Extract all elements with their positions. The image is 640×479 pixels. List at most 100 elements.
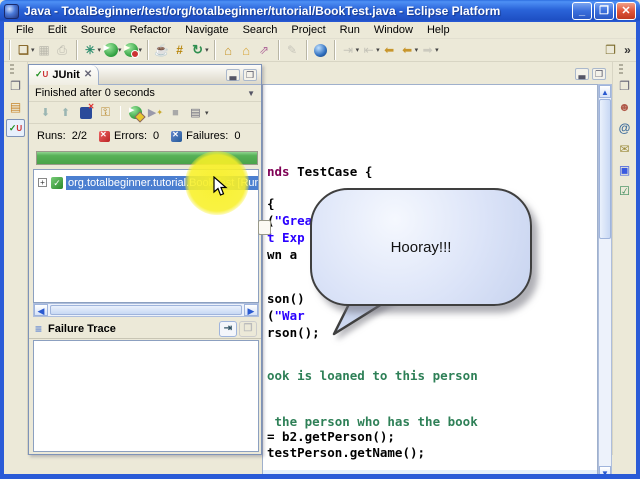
right-strip-grip[interactable]: [619, 64, 623, 74]
junit-fast-view-icon[interactable]: [6, 119, 25, 137]
print-button[interactable]: [54, 42, 71, 59]
code-line[interactable]: the person who has the book: [267, 414, 478, 429]
maximize-button[interactable]: ❐: [594, 2, 614, 20]
test-run-history-button[interactable]: [187, 105, 204, 121]
back-dropdown-icon[interactable]: ▾: [415, 46, 419, 54]
new-class-button[interactable]: [189, 42, 206, 59]
menu-item-window[interactable]: Window: [368, 23, 419, 37]
problems-fast-view-icon[interactable]: [615, 98, 634, 116]
minimize-view-icon[interactable]: ▃: [226, 68, 240, 81]
next-failure-button[interactable]: [37, 105, 54, 121]
open-web-browser-button[interactable]: [313, 43, 327, 57]
code-line[interactable]: ("War: [267, 308, 305, 323]
left-fast-view-bar: [4, 62, 28, 455]
code-line[interactable]: rson();: [267, 325, 320, 340]
run-last-button[interactable]: [124, 43, 140, 58]
toolbar-separator: [120, 105, 121, 120]
toolbar-overflow-chevron[interactable]: [619, 42, 636, 59]
code-line[interactable]: testPerson.getName();: [267, 445, 425, 460]
failure-trace-content[interactable]: [33, 340, 259, 452]
toggle-mark-occurrences-button[interactable]: [284, 42, 301, 59]
new-java-package-button[interactable]: [171, 42, 188, 59]
code-line[interactable]: t Exp: [267, 230, 305, 245]
menu-item-edit[interactable]: Edit: [42, 23, 73, 37]
menu-item-refactor[interactable]: Refactor: [124, 23, 178, 37]
tree-horizontal-scrollbar[interactable]: ◀ ▶: [33, 303, 259, 317]
next-annotation-button[interactable]: [340, 42, 357, 59]
maximize-view-icon[interactable]: ❐: [243, 68, 257, 81]
tasks-fast-view-icon[interactable]: [615, 182, 634, 200]
main-toolbar: ▾ ▾ ▾ ▾ ▾ ▾ ▾: [4, 39, 636, 62]
package-explorer-fast-view-icon[interactable]: [6, 98, 25, 116]
show-failures-only-button[interactable]: [79, 102, 95, 119]
maximize-editor-icon[interactable]: ❐: [592, 68, 606, 80]
expand-icon[interactable]: +: [38, 178, 47, 187]
code-line[interactable]: wn a: [267, 247, 297, 262]
javadoc-fast-view-icon[interactable]: [615, 119, 634, 137]
code-line[interactable]: = b2.getPerson();: [267, 429, 395, 444]
save-button[interactable]: [36, 42, 53, 59]
speech-bubble-text: Hooray!!!: [390, 238, 452, 256]
declaration-fast-view-icon[interactable]: [615, 140, 634, 158]
show-trace-in-console-button[interactable]: ⇥: [219, 320, 237, 337]
chevron-down-icon[interactable]: ▼: [247, 89, 255, 98]
run-last-dropdown-icon[interactable]: ▾: [139, 46, 143, 54]
menu-item-search[interactable]: Search: [237, 23, 284, 37]
history-dropdown-icon[interactable]: ▾: [205, 109, 209, 117]
menu-item-project[interactable]: Project: [285, 23, 331, 37]
open-type-button[interactable]: [220, 42, 237, 59]
scroll-lock-button[interactable]: [97, 105, 114, 121]
menu-item-help[interactable]: Help: [421, 23, 456, 37]
close-button[interactable]: ✕: [616, 2, 636, 20]
junit-view: JUnit ✕ ▃ ❐ Finished after 0 seconds ▼: [28, 64, 262, 455]
errors-label: Errors:: [114, 130, 148, 142]
menu-item-file[interactable]: File: [10, 23, 40, 37]
stop-test-button[interactable]: [167, 105, 184, 121]
tab-junit[interactable]: JUnit ✕: [29, 64, 100, 85]
new-class-dropdown-icon[interactable]: ▾: [205, 46, 209, 54]
previous-failure-button[interactable]: [57, 105, 74, 121]
editor-vertical-scrollbar[interactable]: ▲ ▼: [598, 84, 612, 474]
run-dropdown-icon[interactable]: ▾: [118, 46, 122, 54]
debug-dropdown-icon[interactable]: ▾: [98, 46, 102, 54]
restore-views-icon[interactable]: [6, 77, 25, 95]
scroll-up-icon[interactable]: ▲: [599, 85, 611, 98]
new-wizard-dropdown-icon[interactable]: ▾: [31, 46, 35, 54]
outline-fast-view-icon[interactable]: [615, 77, 634, 95]
open-resource-button[interactable]: [238, 42, 255, 59]
title-bar[interactable]: Java - TotalBeginner/test/org/totalbegin…: [0, 0, 640, 22]
menu-item-navigate[interactable]: Navigate: [179, 23, 234, 37]
code-line[interactable]: nds TestCase {: [267, 164, 372, 179]
rerun-failed-first-button[interactable]: [147, 105, 164, 121]
left-strip-grip[interactable]: [10, 64, 14, 74]
minimize-editor-icon[interactable]: ▃: [575, 68, 589, 80]
new-wizard-button[interactable]: [15, 42, 32, 59]
eclipse-window: Java - TotalBeginner/test/org/totalbegin…: [0, 0, 640, 479]
open-perspective-button[interactable]: [602, 42, 619, 59]
last-edit-location-button[interactable]: [381, 42, 398, 59]
close-icon[interactable]: ✕: [84, 69, 92, 80]
code-line[interactable]: son(): [267, 291, 305, 306]
run-button[interactable]: [103, 43, 118, 57]
search-toolbar-button[interactable]: [256, 42, 273, 59]
debug-button[interactable]: [82, 42, 99, 59]
scroll-right-icon[interactable]: ▶: [244, 304, 258, 316]
menu-item-run[interactable]: Run: [334, 23, 366, 37]
menu-item-source[interactable]: Source: [75, 23, 122, 37]
code-line[interactable]: {: [267, 196, 275, 211]
scrollbar-thumb[interactable]: [599, 99, 611, 239]
scrollbar-thumb[interactable]: [50, 305, 242, 315]
minimize-button[interactable]: _: [572, 2, 592, 20]
code-line[interactable]: ook is loaned to this person: [267, 368, 478, 383]
scroll-down-icon[interactable]: ▼: [599, 466, 611, 474]
back-button[interactable]: [399, 42, 416, 59]
console-fast-view-icon[interactable]: [615, 161, 634, 179]
compare-result-button[interactable]: ❐: [239, 320, 257, 337]
forward-button[interactable]: [419, 42, 436, 59]
code-line[interactable]: b2.getPerson().getName();: [267, 472, 455, 474]
junit-status-row: Finished after 0 seconds ▼: [29, 85, 261, 102]
new-java-project-button[interactable]: [153, 42, 170, 59]
rerun-test-button[interactable]: [129, 106, 142, 119]
previous-annotation-button[interactable]: [360, 42, 377, 59]
scroll-left-icon[interactable]: ◀: [34, 304, 48, 316]
